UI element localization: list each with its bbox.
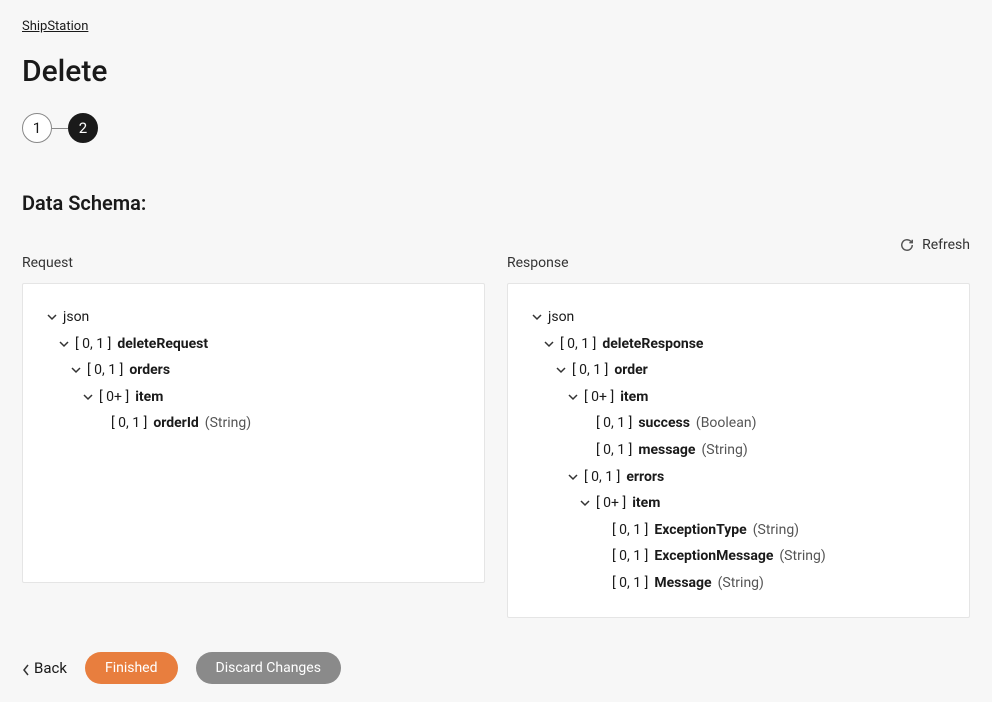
- response-panel: json [ 0, 1 ] deleteResponse [ 0, 1 ] or…: [507, 283, 970, 618]
- node-cardinality: [ 0+ ]: [596, 490, 626, 517]
- tree-node-message[interactable]: [ 0, 1 ] message (String): [526, 437, 951, 464]
- tree-node-item[interactable]: [ 0+ ] item: [41, 384, 466, 411]
- tree-node-order[interactable]: [ 0, 1 ] order: [526, 357, 951, 384]
- tree-node-deleteRequest[interactable]: [ 0, 1 ] deleteRequest: [41, 331, 466, 358]
- node-type: (Boolean): [696, 410, 757, 437]
- node-cardinality: [ 0+ ]: [99, 384, 129, 411]
- tree-node-deleteResponse[interactable]: [ 0, 1 ] deleteResponse: [526, 331, 951, 358]
- node-name: item: [632, 490, 660, 517]
- node-name: item: [135, 384, 163, 411]
- chevron-down-icon: [556, 365, 566, 375]
- node-cardinality: [ 0, 1 ]: [612, 570, 648, 597]
- response-label: Response: [507, 255, 970, 271]
- node-name: errors: [626, 464, 664, 491]
- chevron-down-icon: [532, 312, 542, 322]
- refresh-icon: [900, 238, 914, 252]
- request-label: Request: [22, 255, 485, 271]
- step-connector: [52, 128, 68, 129]
- tree-node-errors[interactable]: [ 0, 1 ] errors: [526, 464, 951, 491]
- step-2[interactable]: 2: [68, 113, 98, 143]
- discard-changes-button[interactable]: Discard Changes: [196, 652, 341, 684]
- chevron-down-icon: [544, 339, 554, 349]
- node-cardinality: [ 0, 1 ]: [596, 410, 632, 437]
- tree-node-exception-type[interactable]: [ 0, 1 ] ExceptionType (String): [526, 517, 951, 544]
- node-name: item: [620, 384, 648, 411]
- section-title: Data Schema:: [22, 191, 970, 215]
- request-panel: json [ 0, 1 ] deleteRequest [ 0, 1 ] ord…: [22, 283, 485, 583]
- node-name: message: [638, 437, 695, 464]
- node-type: (String): [753, 517, 799, 544]
- chevron-down-icon: [83, 392, 93, 402]
- response-column: Response json [ 0, 1 ] deleteResponse: [507, 255, 970, 618]
- chevron-down-icon: [568, 472, 578, 482]
- node-cardinality: [ 0, 1 ]: [111, 410, 147, 437]
- node-cardinality: [ 0, 1 ]: [612, 543, 648, 570]
- node-type: (String): [205, 410, 251, 437]
- node-name: ExceptionType: [654, 517, 746, 544]
- stepper: 1 2: [22, 113, 970, 143]
- tree-node-errors-item[interactable]: [ 0+ ] item: [526, 490, 951, 517]
- node-label: json: [63, 304, 89, 331]
- node-label: json: [548, 304, 574, 331]
- node-cardinality: [ 0, 1 ]: [560, 331, 596, 358]
- refresh-label: Refresh: [922, 237, 970, 253]
- node-name: orderId: [153, 410, 198, 437]
- tree-node-success[interactable]: [ 0, 1 ] success (Boolean): [526, 410, 951, 437]
- node-cardinality: [ 0+ ]: [584, 384, 614, 411]
- tree-node-message-error[interactable]: [ 0, 1 ] Message (String): [526, 570, 951, 597]
- node-name: ExceptionMessage: [654, 543, 773, 570]
- node-cardinality: [ 0, 1 ]: [596, 437, 632, 464]
- chevron-down-icon: [568, 392, 578, 402]
- tree-node-orders[interactable]: [ 0, 1 ] orders: [41, 357, 466, 384]
- tree-node-exception-message[interactable]: [ 0, 1 ] ExceptionMessage (String): [526, 543, 951, 570]
- node-name: orders: [129, 357, 170, 384]
- chevron-left-icon: [22, 662, 30, 674]
- node-name: deleteResponse: [602, 331, 703, 358]
- node-type: (String): [718, 570, 764, 597]
- finished-button[interactable]: Finished: [85, 652, 178, 684]
- chevron-down-icon: [59, 339, 69, 349]
- node-name: success: [638, 410, 690, 437]
- node-cardinality: [ 0, 1 ]: [584, 464, 620, 491]
- node-type: (String): [779, 543, 825, 570]
- node-cardinality: [ 0, 1 ]: [75, 331, 111, 358]
- chevron-down-icon: [580, 498, 590, 508]
- chevron-down-icon: [71, 365, 81, 375]
- refresh-button[interactable]: Refresh: [22, 237, 970, 253]
- page-title: Delete: [22, 54, 970, 89]
- breadcrumb[interactable]: ShipStation: [22, 19, 88, 34]
- tree-node-item[interactable]: [ 0+ ] item: [526, 384, 951, 411]
- back-button[interactable]: Back: [22, 659, 67, 677]
- back-label: Back: [34, 659, 67, 677]
- node-name: deleteRequest: [117, 331, 208, 358]
- node-cardinality: [ 0, 1 ]: [87, 357, 123, 384]
- tree-node-json[interactable]: json: [526, 304, 951, 331]
- node-name: order: [614, 357, 647, 384]
- node-type: (String): [701, 437, 747, 464]
- node-cardinality: [ 0, 1 ]: [612, 517, 648, 544]
- tree-node-orderId[interactable]: [ 0, 1 ] orderId (String): [41, 410, 466, 437]
- request-column: Request json [ 0, 1 ] deleteRequest [: [22, 255, 485, 618]
- step-1[interactable]: 1: [22, 113, 52, 143]
- node-name: Message: [654, 570, 711, 597]
- chevron-down-icon: [47, 312, 57, 322]
- tree-node-json[interactable]: json: [41, 304, 466, 331]
- node-cardinality: [ 0, 1 ]: [572, 357, 608, 384]
